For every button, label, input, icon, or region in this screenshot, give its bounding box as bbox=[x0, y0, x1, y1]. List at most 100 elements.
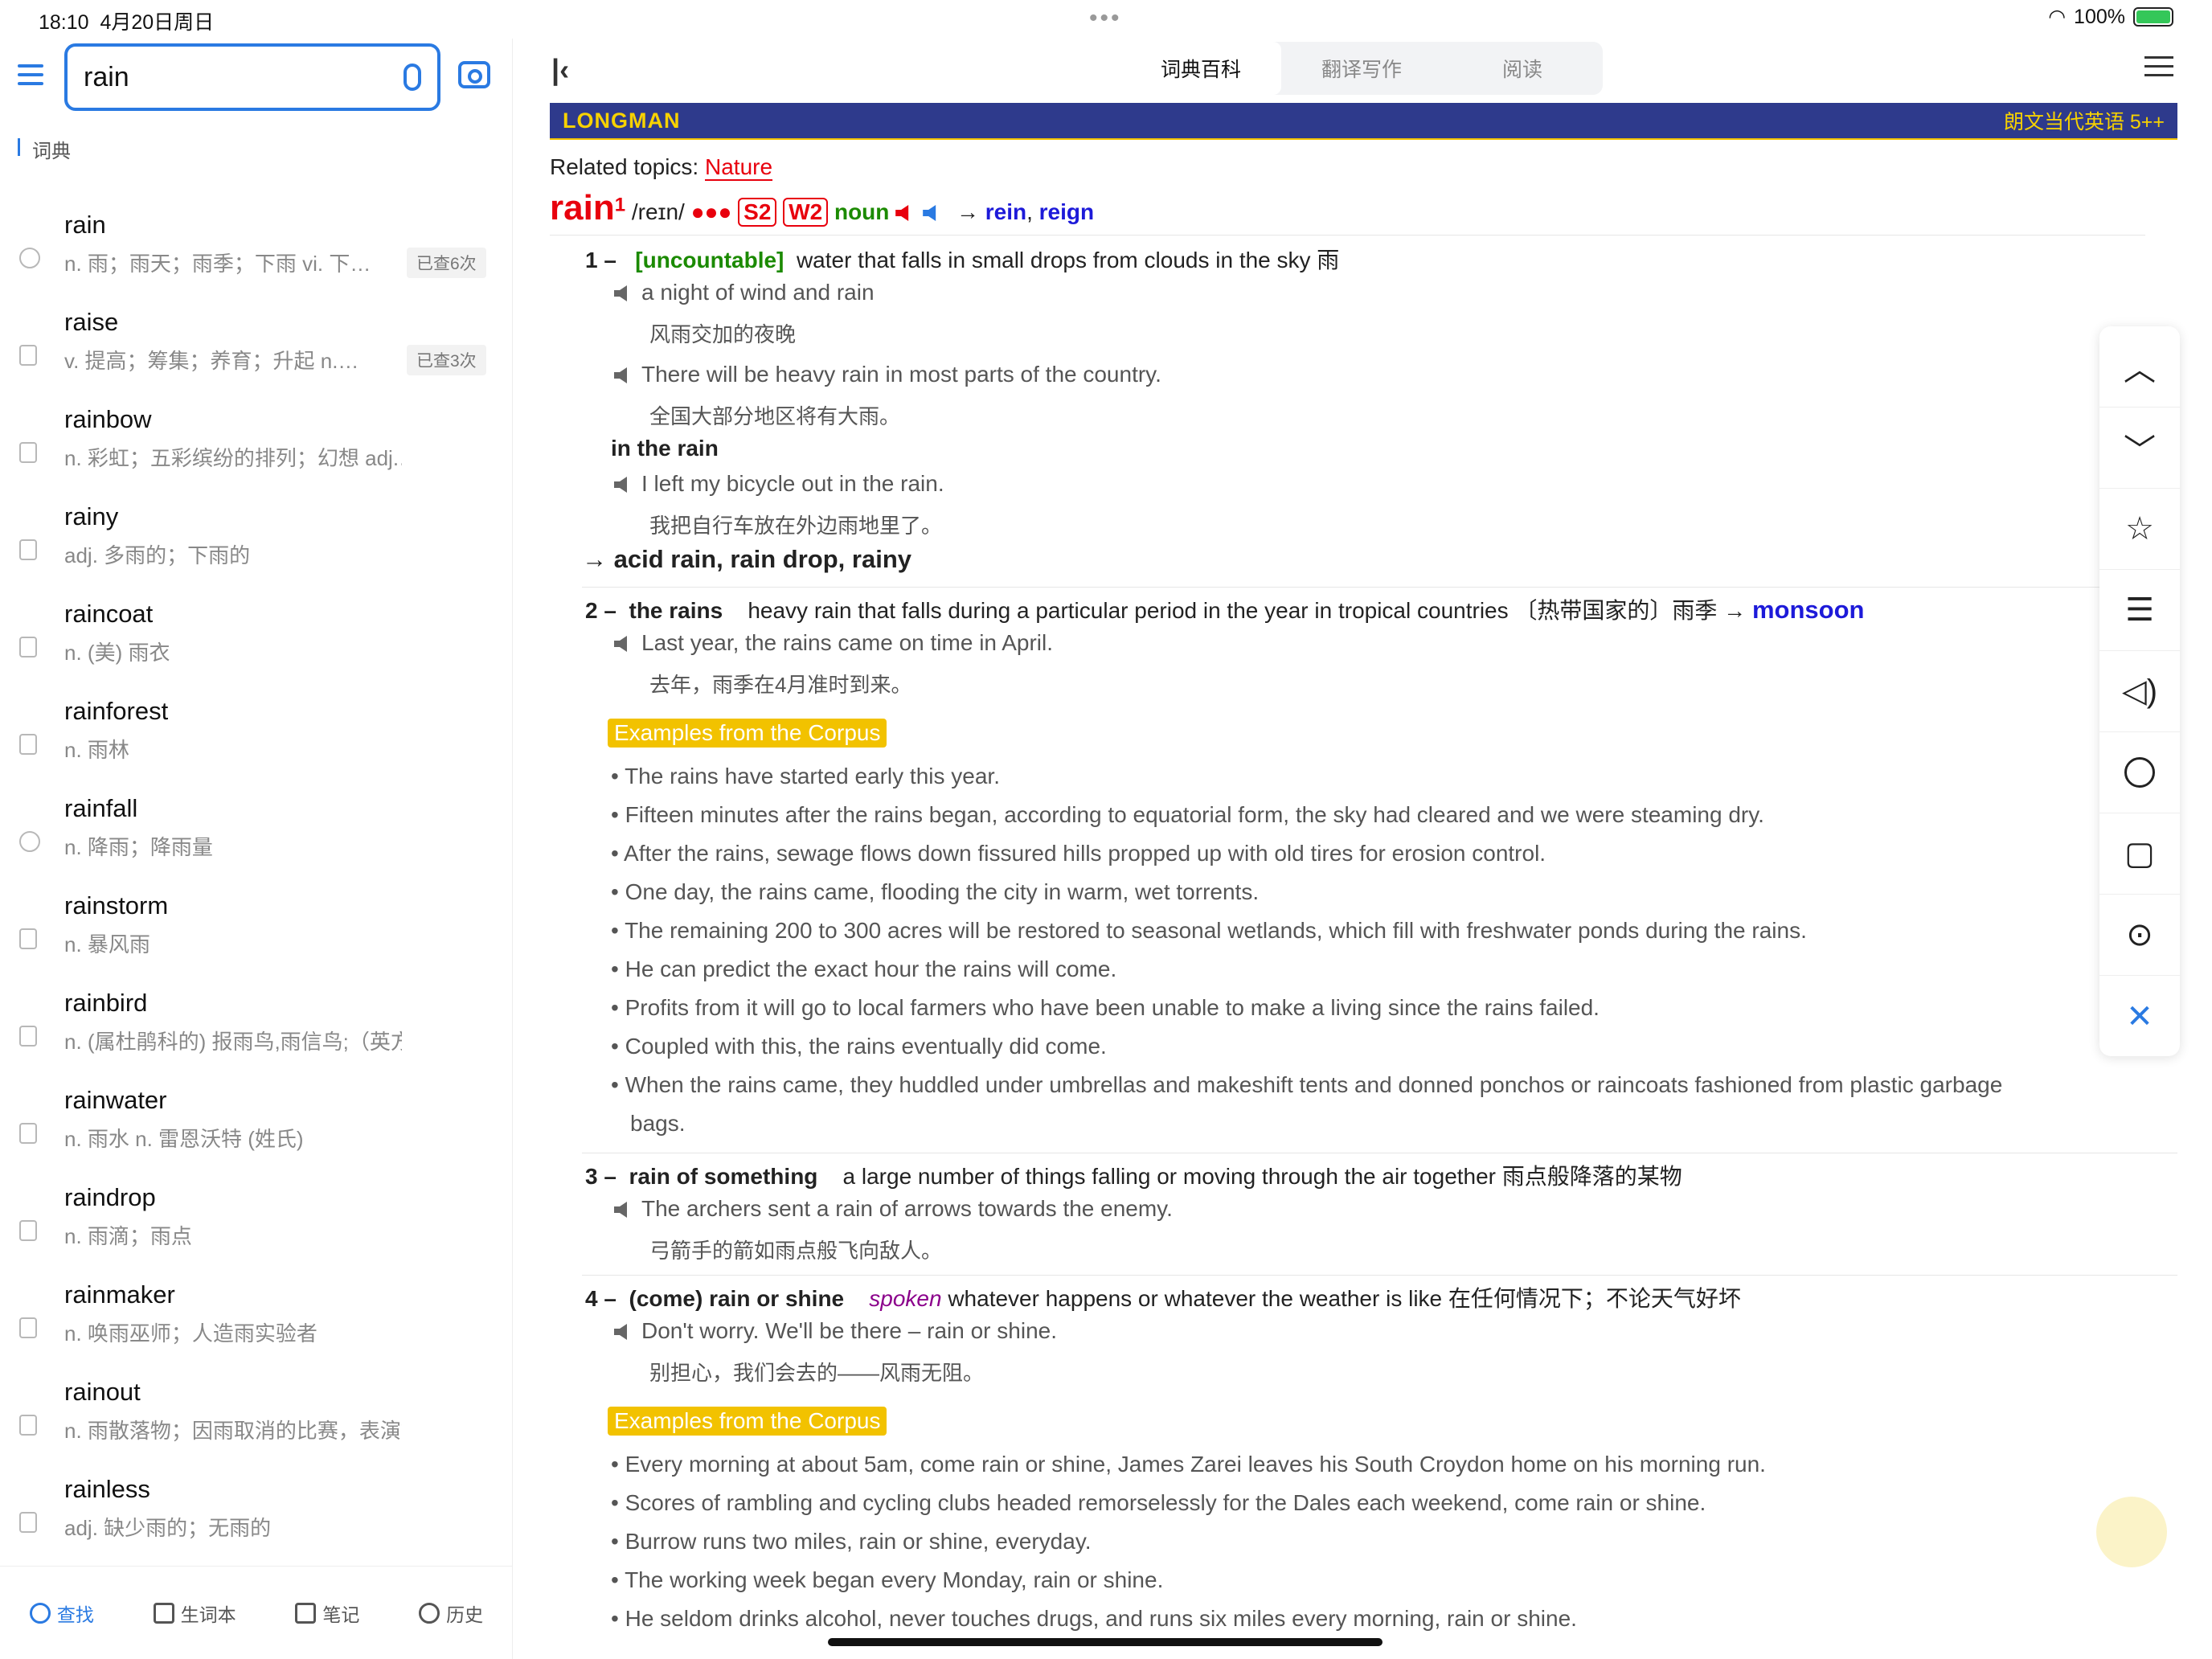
tab-dictionary[interactable]: 词典百科 bbox=[1120, 42, 1281, 95]
tab-notes[interactable]: 笔记 bbox=[295, 1600, 359, 1627]
chevron-up-icon: ︿ bbox=[2124, 352, 2156, 387]
definition: whatever happens or whatever the weather… bbox=[948, 1286, 1741, 1311]
document-icon bbox=[19, 734, 37, 755]
corpus-example: • Burrow runs two miles, rain or shine, … bbox=[611, 1529, 1092, 1554]
speaker-icon[interactable] bbox=[614, 367, 627, 383]
speaker-icon[interactable] bbox=[614, 1202, 627, 1218]
list-item[interactable]: rainforest n. 雨林 bbox=[0, 670, 513, 767]
multitask-dots-icon[interactable]: ••• bbox=[1089, 5, 1122, 32]
read-aloud-button[interactable]: ◁) bbox=[2099, 651, 2180, 732]
corpus-header[interactable]: Examples from the Corpus bbox=[608, 1407, 887, 1436]
favorite-button[interactable]: ☆ bbox=[2099, 489, 2180, 570]
list-item[interactable]: rainless adj. 缺少雨的；无雨的 bbox=[0, 1448, 513, 1545]
tab-search[interactable]: 查找 bbox=[29, 1600, 94, 1627]
list-item-word: rainbow bbox=[64, 405, 152, 433]
list-item[interactable]: rainbird n. (属杜鹃科的) 报雨鸟,雨信鸟;（英方）… bbox=[0, 961, 513, 1059]
status-indicators: ◠ 100% bbox=[2048, 5, 2173, 29]
list-item[interactable]: rainmaker n. 唤雨巫师；人造雨实验者 bbox=[0, 1253, 513, 1350]
list-item[interactable]: raindrop n. 雨滴；雨点 bbox=[0, 1156, 513, 1253]
mode-segmented-control: 词典百科 翻译写作 阅读 bbox=[1120, 42, 1603, 95]
compounds-link[interactable]: → acid rain, rain drop, rainy bbox=[582, 545, 911, 574]
history-icon bbox=[19, 248, 40, 268]
scroll-down-button[interactable]: ﹀ bbox=[2099, 408, 2180, 489]
corpus-example: • Scores of rambling and cycling clubs h… bbox=[611, 1490, 1706, 1515]
tab-reading[interactable]: 阅读 bbox=[1442, 42, 1603, 95]
clock-icon bbox=[419, 1602, 440, 1624]
list-item[interactable]: rain n. 雨；雨天；雨季；下雨 vi. 下… 已查6次 bbox=[0, 183, 513, 281]
menu-icon[interactable] bbox=[18, 64, 43, 87]
wordbook-icon bbox=[153, 1602, 174, 1624]
list-item-word: rainy bbox=[64, 502, 119, 530]
list-item[interactable]: rainy adj. 多雨的；下雨的 bbox=[0, 475, 513, 572]
document-icon bbox=[19, 1220, 37, 1241]
feedback-button[interactable]: ▢ bbox=[2099, 813, 2180, 895]
camera-icon[interactable] bbox=[458, 61, 490, 88]
outline-button[interactable]: ☰ bbox=[2099, 570, 2180, 651]
list-item[interactable]: raincoat n. (美) 雨衣 bbox=[0, 572, 513, 670]
tab-wordbook[interactable]: 生词本 bbox=[153, 1600, 236, 1627]
corpus-example: • Profits from it will go to local farme… bbox=[611, 995, 1600, 1020]
more-icon: ⊙ bbox=[2126, 917, 2153, 952]
see-also-link[interactable]: monsoon bbox=[1752, 596, 1865, 624]
star-icon: ☆ bbox=[2125, 511, 2154, 547]
speaker-icon[interactable] bbox=[614, 1324, 627, 1340]
corpus-header[interactable]: Examples from the Corpus bbox=[608, 719, 887, 748]
document-icon bbox=[19, 1512, 37, 1533]
see-also-link[interactable]: reign bbox=[1039, 199, 1094, 224]
scroll-up-button[interactable]: ︿ bbox=[2099, 326, 2180, 408]
example[interactable]: The archers sent a rain of arrows toward… bbox=[614, 1196, 1173, 1222]
list-item[interactable]: rainfall n. 降雨；降雨量 bbox=[0, 767, 513, 864]
find-button[interactable] bbox=[2099, 732, 2180, 813]
see-also-link[interactable]: rein bbox=[985, 199, 1026, 224]
sidebar: rain 词典 rain n. 雨；雨天；雨季；下雨 vi. 下… 已查6次 rai… bbox=[0, 39, 513, 1659]
floating-toolbar: ︿ ﹀ ☆ ☰ ◁) ▢ ⊙ ✕ bbox=[2099, 326, 2180, 1056]
corpus-example-continued: bags. bbox=[630, 1111, 686, 1136]
speaker-uk-icon[interactable] bbox=[895, 205, 909, 221]
sense-2: 2 – the rains heavy rain that falls duri… bbox=[585, 596, 1865, 624]
search-input[interactable]: rain bbox=[64, 43, 440, 111]
corpus-example: • He can predict the exact hour the rain… bbox=[611, 956, 1117, 981]
document-icon bbox=[19, 637, 37, 657]
collapse-sidebar-icon[interactable]: |‹ bbox=[551, 53, 569, 87]
speaker-icon[interactable] bbox=[614, 477, 627, 493]
tab-translate[interactable]: 翻译写作 bbox=[1281, 42, 1442, 95]
speaker-icon: ◁) bbox=[2121, 674, 2158, 709]
list-item[interactable]: raise v. 提高；筹集；养育；升起 n.… 已查3次 bbox=[0, 281, 513, 378]
home-indicator[interactable] bbox=[828, 1638, 1382, 1646]
speaker-icon[interactable] bbox=[614, 285, 627, 301]
list-item[interactable]: rainstorm n. 暴风雨 bbox=[0, 864, 513, 961]
list-item[interactable]: rainbow n. 彩虹；五彩缤纷的排列；幻想 adj.… bbox=[0, 378, 513, 475]
speaker-us-icon[interactable] bbox=[923, 205, 936, 221]
list-menu-icon[interactable] bbox=[2144, 56, 2173, 83]
close-toolbar-button[interactable]: ✕ bbox=[2099, 976, 2180, 1057]
example[interactable]: There will be heavy rain in most parts o… bbox=[614, 362, 1161, 387]
example[interactable]: a night of wind and rain bbox=[614, 280, 875, 305]
top-bar: |‹ 词典百科 翻译写作 阅读 bbox=[514, 39, 2212, 103]
list-item[interactable]: rainwater n. 雨水 n. 雷恩沃特 (姓氏) bbox=[0, 1059, 513, 1156]
list-item-word: rainmaker bbox=[64, 1280, 175, 1309]
list-item[interactable]: rainout n. 雨散落物；因雨取消的比赛，表演等 bbox=[0, 1350, 513, 1448]
tab-history[interactable]: 历史 bbox=[419, 1600, 483, 1627]
dictionary-title: 朗文当代英语 5++ bbox=[2003, 111, 2165, 133]
example[interactable]: I left my bicycle out in the rain. bbox=[614, 471, 944, 497]
battery-percent: 100% bbox=[2074, 5, 2125, 28]
more-button[interactable]: ⊙ bbox=[2099, 895, 2180, 976]
speaker-icon[interactable] bbox=[614, 636, 627, 652]
example[interactable]: Last year, the rains came on time in Apr… bbox=[614, 630, 1053, 656]
document-icon bbox=[19, 442, 37, 463]
register-label: spoken bbox=[869, 1286, 942, 1311]
list-item-definition: n. (美) 雨衣 bbox=[64, 641, 170, 665]
related-topic-link[interactable]: Nature bbox=[705, 154, 772, 179]
search-input-value[interactable]: rain bbox=[84, 62, 403, 93]
example[interactable]: Don't worry. We'll be there – rain or sh… bbox=[614, 1318, 1057, 1344]
list-item-definition: adj. 缺少雨的；无雨的 bbox=[64, 1516, 272, 1540]
list-item-definition: n. 暴风雨 bbox=[64, 932, 150, 956]
microphone-icon[interactable] bbox=[403, 63, 421, 91]
corpus-example: • The rains have started early this year… bbox=[611, 764, 1000, 789]
dictionary-logo-button[interactable] bbox=[2096, 1497, 2167, 1567]
related-topics: Related topics: Nature bbox=[550, 154, 773, 179]
list-item-definition: v. 提高；筹集；养育；升起 n.… bbox=[64, 349, 359, 373]
list-item-definition: n. (属杜鹃科的) 报雨鸟,雨信鸟;（英方）… bbox=[64, 1030, 402, 1054]
list-icon: ☰ bbox=[2125, 592, 2154, 628]
bottom-tab-bar: 查找 生词本 笔记 历史 bbox=[0, 1566, 513, 1659]
